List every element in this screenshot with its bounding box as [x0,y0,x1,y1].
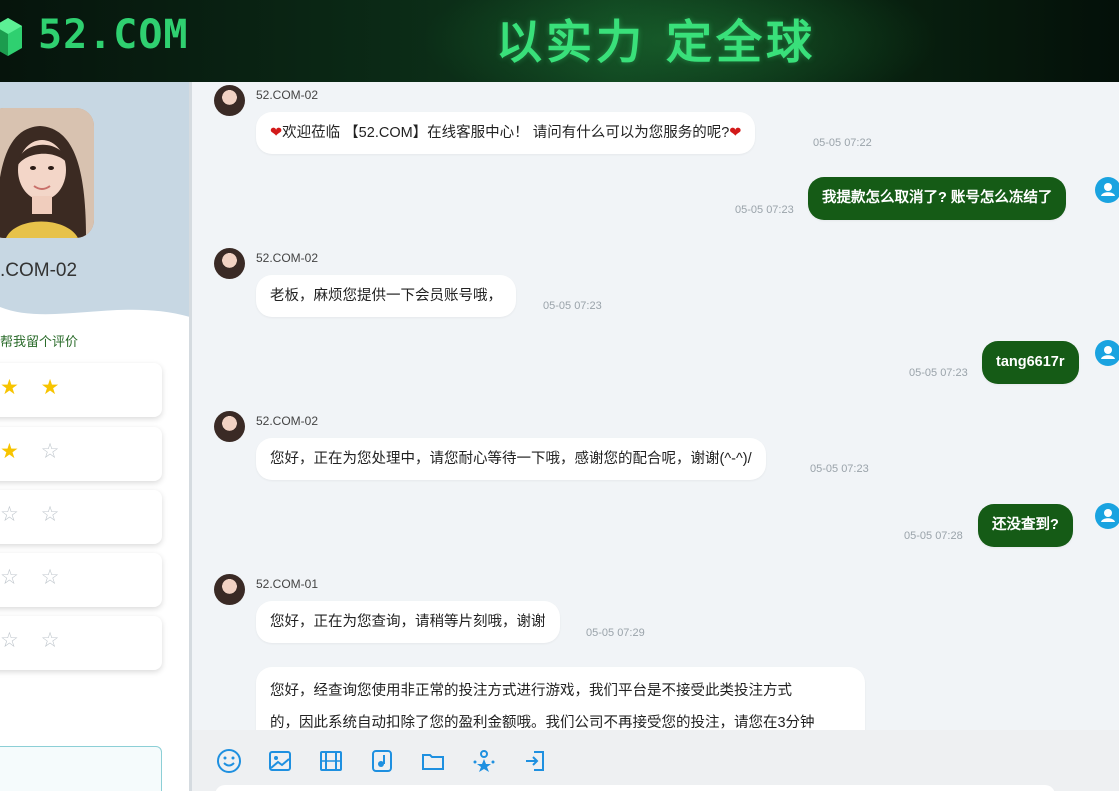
rating-option-5[interactable]: ★ ★ [0,363,162,417]
outgoing-message: 还没查到? [978,504,1073,547]
header-banner: 52.COM 以实力 定全球 [0,0,1119,82]
rating-icon[interactable] [471,748,497,774]
star-filled-icon: ★ [0,440,27,463]
outgoing-message: 我提款怎么取消了? 账号怎么冻结了 [808,177,1067,220]
star-filled-icon: ★ ★ [0,376,68,399]
message-input[interactable] [215,785,1055,791]
message-text: 欢迎莅临 【52.COM】在线客服中心！ 请问有什么可以为您服务的呢? [282,125,730,141]
agent-avatar [214,574,245,605]
rating-comment-input[interactable] [0,746,162,791]
message-time: 05-05 07:23 [735,204,794,216]
incoming-message: 您好，经查询您使用非正常的投注方式进行游戏，我们平台是不接受此类投注方式 的，因… [256,667,865,730]
exit-icon[interactable] [522,748,548,774]
message-sender: 52.COM-01 [256,577,319,591]
rating-option-2[interactable]: ☆ ☆ [0,553,162,607]
agent-avatar [214,248,245,279]
logo-text: 52.COM [38,12,189,58]
star-empty-icon: ☆ ☆ [0,629,68,652]
message-sender: 52.COM-02 [256,88,319,102]
message-time: 05-05 07:28 [904,530,963,542]
rating-option-1[interactable]: ☆ ☆ [0,616,162,670]
chat-toolbar [192,730,1119,791]
agent-avatar [214,85,245,116]
rating-option-3[interactable]: ☆ ☆ [0,490,162,544]
message-sender: 52.COM-02 [256,251,319,265]
image-icon[interactable] [267,748,293,774]
rating-option-4[interactable]: ★ ☆ [0,427,162,481]
message-time: 05-05 07:22 [813,137,872,149]
banner-slogan: 以实力 定全球 [496,15,817,69]
music-file-icon[interactable] [369,748,395,774]
star-empty-icon: ☆ ☆ [0,503,68,526]
agent-avatar [214,411,245,442]
heart-icon: ❤ [270,125,283,141]
wave-divider [0,307,190,337]
message-time: 05-05 07:29 [586,627,645,639]
message-sender: 52.COM-02 [256,414,319,428]
user-avatar-icon [1095,503,1119,529]
message-text-line: 的，因此系统自动扣除了您的盈利金额哦。我们公司不再接受您的投注，请您在3分钟 [270,715,815,730]
message-text-line: 您好，经查询您使用非正常的投注方式进行游戏，我们平台是不接受此类投注方式 [270,683,792,699]
star-empty-icon: ☆ ☆ [0,566,68,589]
agent-photo [0,108,94,238]
message-time: 05-05 07:23 [810,463,869,475]
user-avatar-icon [1095,340,1119,366]
folder-icon[interactable] [420,748,446,774]
emoji-icon[interactable] [216,748,242,774]
star-empty-icon: ☆ [40,440,68,463]
agent-panel: .COM-02 帮我留个评价 ★ ★ ★ ☆ ☆ ☆ ☆ ☆ ☆ ☆ [0,82,190,791]
heart-icon: ❤ [729,125,742,141]
incoming-message: ❤欢迎莅临 【52.COM】在线客服中心！ 请问有什么可以为您服务的呢?❤ [256,112,756,154]
incoming-message: 老板，麻烦您提供一下会员账号哦， [256,275,516,317]
rate-prompt: 帮我留个评价 [0,334,79,349]
chat-message-list[interactable]: 52.COM-02 ❤欢迎莅临 【52.COM】在线客服中心！ 请问有什么可以为… [192,82,1119,730]
incoming-message: 您好，正在为您查询，请稍等片刻哦，谢谢 [256,601,560,643]
message-time: 05-05 07:23 [909,367,968,379]
logo-cube-icon [0,18,22,56]
outgoing-message: tang6617r [982,341,1079,384]
incoming-message: 您好，正在为您处理中，请您耐心等待一下哦，感谢您的配合呢，谢谢(^-^)/ [256,438,766,480]
agent-name: .COM-02 [0,260,78,281]
user-avatar-icon [1095,177,1119,203]
message-time: 05-05 07:23 [543,300,602,312]
video-icon[interactable] [318,748,344,774]
